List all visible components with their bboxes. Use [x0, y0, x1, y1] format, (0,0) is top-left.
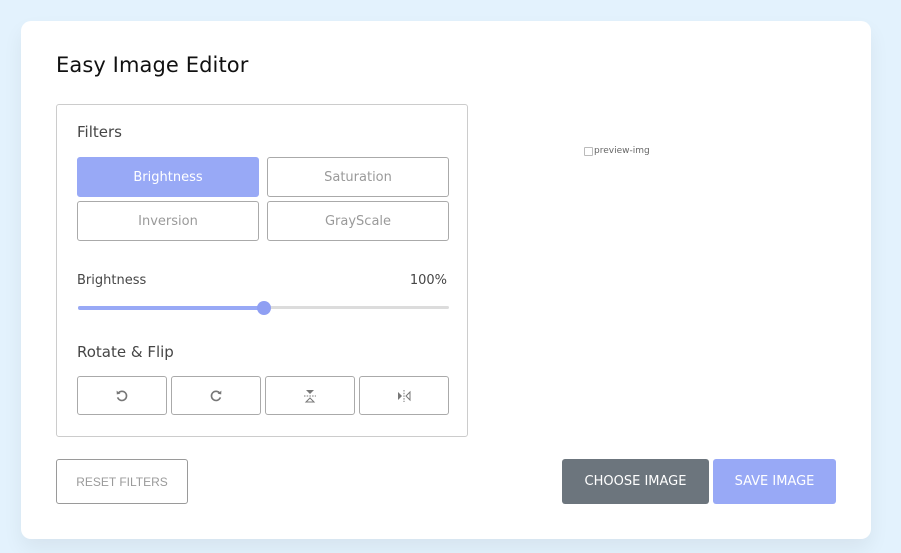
broken-image-icon	[584, 146, 593, 156]
editor-panel: Filters Brightness Saturation Inversion …	[56, 104, 468, 437]
filter-brightness-button[interactable]: Brightness	[77, 157, 259, 197]
filter-grayscale-button[interactable]: GrayScale	[267, 201, 449, 241]
filter-saturation-button[interactable]: Saturation	[267, 157, 449, 197]
filters-label: Filters	[77, 123, 122, 141]
preview-image: preview-img	[584, 146, 650, 156]
reset-filters-button[interactable]: RESET FILTERS	[56, 459, 188, 504]
slider-name: Brightness	[77, 273, 147, 288]
rotate-flip-label: Rotate & Flip	[77, 343, 174, 361]
flip-vertical-button[interactable]	[265, 376, 355, 415]
save-image-button[interactable]: SAVE IMAGE	[713, 459, 836, 504]
preview-alt-text: preview-img	[594, 146, 650, 156]
page-title: Easy Image Editor	[56, 53, 249, 77]
filter-inversion-button[interactable]: Inversion	[77, 201, 259, 241]
editor-card: Easy Image Editor Filters Brightness Sat…	[21, 21, 871, 539]
slider-value: 100%	[409, 273, 447, 288]
flip-horizontal-button[interactable]	[359, 376, 449, 415]
flip-vertical-icon	[304, 389, 316, 402]
choose-image-button[interactable]: CHOOSE IMAGE	[562, 459, 709, 504]
rotate-left-icon	[116, 390, 128, 401]
rotate-left-button[interactable]	[77, 376, 167, 415]
brightness-slider[interactable]	[78, 301, 449, 315]
flip-horizontal-icon	[398, 389, 411, 402]
slider-thumb[interactable]	[256, 301, 271, 315]
slider-fill	[78, 306, 264, 310]
rotate-right-icon	[210, 390, 222, 401]
rotate-right-button[interactable]	[171, 376, 261, 415]
